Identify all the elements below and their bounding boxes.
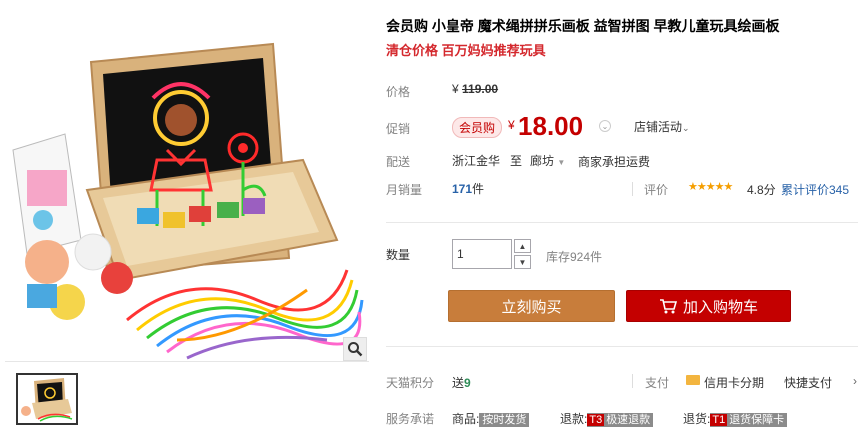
promo-amount: 18.00: [518, 111, 584, 141]
service-goods-tag[interactable]: 按时发货: [479, 413, 530, 427]
image-gallery: [5, 0, 369, 438]
service-return-label: 退货:: [683, 412, 711, 426]
service-refund-tag[interactable]: T3 极速退款: [587, 413, 654, 427]
price-detail-toggle[interactable]: ⌄: [599, 120, 611, 132]
quantity-label: 数量: [386, 248, 411, 262]
shipping-fee: 商家承担运费: [578, 155, 651, 169]
promo-label: 促销: [386, 122, 411, 136]
service-refund-text: 极速退款: [606, 414, 651, 426]
divider: [386, 346, 858, 347]
ship-from-value: 浙江金华: [452, 154, 501, 168]
monthly-sales-count: 171: [452, 182, 473, 196]
ship-to-value: 廊坊: [530, 154, 555, 168]
quantity-decrease-button[interactable]: ▼: [514, 255, 531, 269]
caret-down-icon: ▼: [557, 158, 566, 167]
monthly-sales: 171件: [452, 180, 484, 197]
points-label: 天猫积分: [386, 376, 435, 390]
reviews-link[interactable]: 累计评价345: [781, 181, 849, 198]
ship-to-selector[interactable]: 廊坊 ▼: [530, 152, 565, 169]
service-refund-label: 退款:: [560, 412, 588, 426]
product-subtitle: 清仓价格 百万妈妈推荐玩具: [386, 43, 546, 58]
points-value: 送9: [452, 374, 471, 391]
ship-from: 浙江金华 至: [452, 152, 522, 169]
rating-stars: ★★★★★: [688, 181, 733, 193]
add-to-cart-button[interactable]: 加入购物车: [626, 290, 791, 322]
service-return-tag[interactable]: T1 退货保障卡: [710, 413, 788, 427]
divider: [386, 222, 858, 223]
chevron-up-icon: ▲: [518, 241, 527, 251]
payment-label: 支付: [645, 376, 670, 390]
product-title: 会员购 小皇帝 魔术绳拼拼乐画板 益智拼图 早教儿童玩具绘画板: [386, 18, 780, 34]
service-goods-label: 商品:: [452, 412, 480, 426]
promo-price: ¥ 18.00: [508, 111, 583, 142]
chevron-down-icon: ▼: [518, 257, 527, 267]
product-main-image[interactable]: [7, 40, 369, 362]
ship-to-word: 至: [510, 154, 523, 168]
thumbnail-1[interactable]: [16, 373, 78, 425]
service-refund-badge: T3: [587, 414, 605, 426]
credit-installment-link[interactable]: 信用卡分期: [704, 374, 764, 391]
original-price-currency: ¥: [452, 82, 459, 96]
service-refund: 退款: T3 极速退款: [560, 410, 654, 427]
magnifier-icon: [348, 342, 363, 357]
original-price-value: 119.00: [462, 82, 499, 96]
quantity-increase-button[interactable]: ▲: [514, 239, 531, 253]
fast-pay-link[interactable]: 快捷支付: [784, 374, 832, 391]
separator: [632, 374, 633, 388]
product-photo: [12, 42, 364, 360]
service-label: 服务承诺: [386, 412, 435, 426]
service-return-badge: T1: [710, 414, 728, 426]
gallery-divider: [5, 361, 369, 362]
credit-card-icon: [686, 375, 700, 385]
product-info: 会员购 小皇帝 魔术绳拼拼乐画板 益智拼图 早教儿童玩具绘画板 清仓价格 百万妈…: [386, 0, 858, 438]
rating-label: 评价: [644, 183, 669, 197]
separator: [632, 182, 633, 196]
promo-currency: ¥: [508, 118, 515, 132]
chevron-down-icon: ⌄: [682, 123, 690, 133]
add-to-cart-label: 加入购物车: [682, 298, 758, 316]
price-label: 价格: [386, 85, 411, 99]
rating-score: 4.8分: [747, 183, 776, 197]
member-tag: 会员购: [452, 117, 503, 138]
buy-now-button[interactable]: 立刻购买: [448, 290, 615, 322]
monthly-sales-unit: 件: [472, 182, 485, 196]
sales-label: 月销量: [386, 183, 423, 197]
shipping-label: 配送: [386, 155, 411, 169]
thumbnail-image: [18, 375, 76, 423]
cart-icon: [659, 299, 677, 314]
more-payment-toggle[interactable]: ›: [853, 374, 857, 388]
quantity-input[interactable]: [452, 239, 512, 269]
service-return: 退货: T1 退货保障卡: [683, 410, 788, 427]
original-price: ¥ 119.00: [452, 82, 498, 96]
service-goods: 商品: 按时发货: [452, 410, 530, 427]
chevron-down-icon: ⌄: [601, 121, 609, 131]
stock-count: 库存924件: [546, 250, 603, 264]
shop-activity-label: 店铺活动: [634, 120, 683, 134]
points-number: 9: [464, 376, 471, 390]
service-return-text: 退货保障卡: [729, 414, 785, 426]
points-prefix: 送: [452, 376, 465, 390]
zoom-button[interactable]: [343, 337, 367, 361]
buy-now-label: 立刻购买: [501, 298, 562, 316]
shop-activity-dropdown[interactable]: 店铺活动⌄: [634, 118, 690, 135]
